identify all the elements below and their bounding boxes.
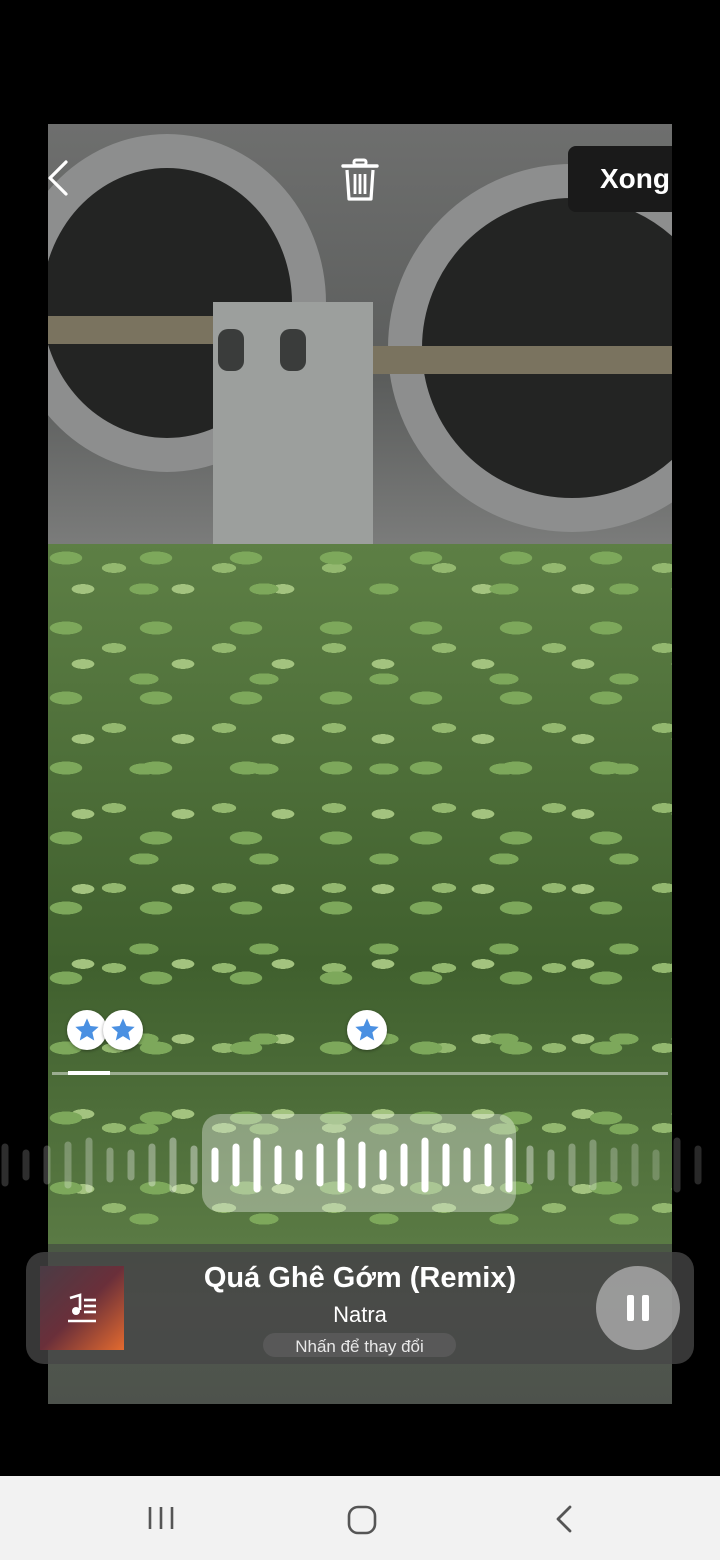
star-icon — [111, 1018, 135, 1041]
song-artist: Natra — [333, 1302, 387, 1327]
pause-icon — [642, 1295, 649, 1321]
audio-waveform[interactable] — [0, 1135, 720, 1195]
delete-button[interactable] — [340, 158, 380, 202]
star-icon — [75, 1018, 99, 1041]
back-button[interactable] — [44, 158, 74, 198]
timeline-progress — [68, 1071, 110, 1075]
music-playlist-icon — [68, 1293, 96, 1323]
system-navigation-bar — [0, 1476, 720, 1560]
machine-bolt — [218, 329, 244, 371]
pause-button[interactable] — [596, 1266, 680, 1350]
recent-apps-icon[interactable] — [146, 1504, 176, 1532]
chevron-left-icon — [48, 160, 68, 196]
change-music-hint[interactable]: Nhấn để thay đổi — [263, 1333, 456, 1357]
back-nav-icon[interactable] — [552, 1504, 576, 1534]
star-icon — [355, 1018, 379, 1041]
home-icon[interactable] — [346, 1504, 378, 1536]
done-button[interactable]: Xong — [568, 146, 672, 212]
machine-beam-right — [348, 346, 672, 374]
timeline-marker[interactable] — [347, 1010, 387, 1050]
trash-icon — [341, 158, 379, 201]
timeline-marker[interactable] — [103, 1010, 143, 1050]
machine-beam-left — [48, 316, 218, 344]
timeline-track[interactable] — [52, 1072, 668, 1075]
song-title: Quá Ghê Gớm (Remix) — [203, 1262, 517, 1294]
machine-bolt — [280, 329, 306, 371]
video-preview — [48, 124, 672, 1404]
timeline-marker[interactable] — [67, 1010, 107, 1050]
pause-icon — [627, 1295, 634, 1321]
